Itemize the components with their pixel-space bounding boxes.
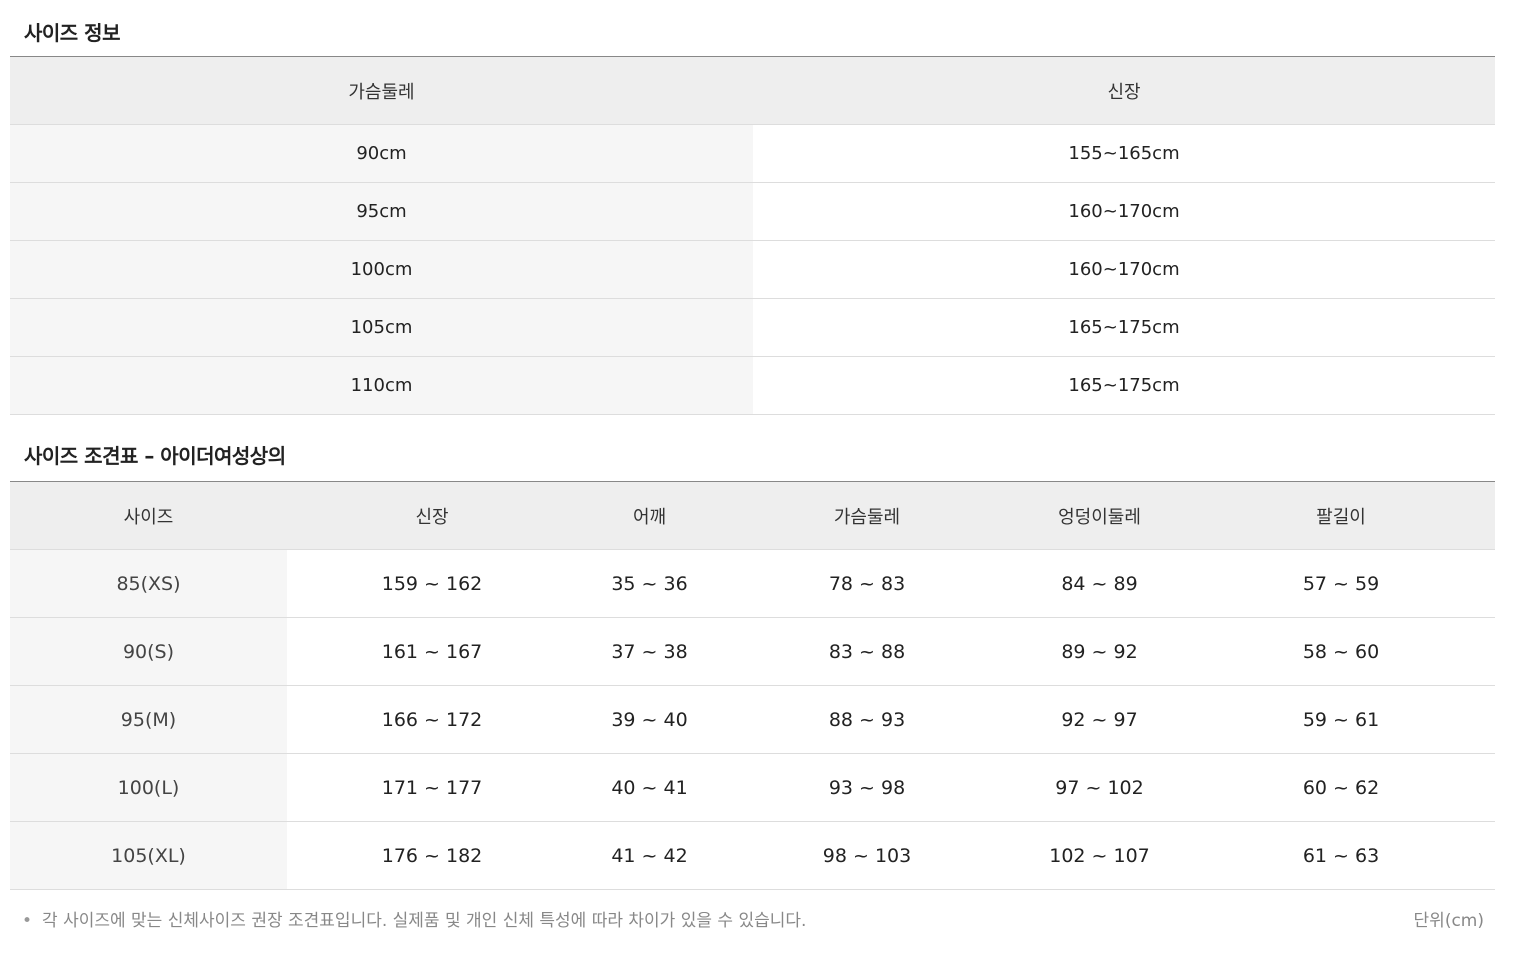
header-size: 사이즈 — [10, 481, 287, 550]
cell-chest: 100cm — [10, 240, 753, 299]
bullet-icon: • — [22, 911, 33, 931]
cell-chest: 83 ~ 88 — [722, 617, 1012, 686]
table-row: 100cm 160~170cm — [10, 240, 1495, 299]
size-guide: 사이즈 정보 가슴둘레 신장 90cm 155~165cm 95cm 160~1… — [10, 0, 1495, 890]
cell-shoulder: 41 ~ 42 — [577, 821, 722, 890]
cell-sleeve: 60 ~ 62 — [1187, 753, 1495, 822]
table-row: 95cm 160~170cm — [10, 182, 1495, 241]
cell-sleeve: 59 ~ 61 — [1187, 685, 1495, 754]
cell-height: 165~175cm — [753, 298, 1495, 357]
header-chest: 가슴둘레 — [10, 56, 753, 125]
cell-height: 160~170cm — [753, 182, 1495, 241]
cell-sleeve: 58 ~ 60 — [1187, 617, 1495, 686]
header-sleeve: 팔길이 — [1187, 481, 1495, 550]
cell-chest: 98 ~ 103 — [722, 821, 1012, 890]
cell-sleeve: 57 ~ 59 — [1187, 549, 1495, 618]
cell-shoulder: 39 ~ 40 — [577, 685, 722, 754]
cell-height: 176 ~ 182 — [287, 821, 577, 890]
table-row: 100(L) 171 ~ 177 40 ~ 41 93 ~ 98 97 ~ 10… — [10, 753, 1495, 822]
cell-height: 165~175cm — [753, 356, 1495, 415]
footnote: • 각 사이즈에 맞는 신체사이즈 권장 조견표입니다. 실제품 및 개인 신체 … — [22, 906, 806, 931]
cell-size: 90(S) — [10, 617, 287, 686]
header-chest: 가슴둘레 — [722, 481, 1012, 550]
cell-size: 105(XL) — [10, 821, 287, 890]
table-row: 95(M) 166 ~ 172 39 ~ 40 88 ~ 93 92 ~ 97 … — [10, 685, 1495, 754]
cell-chest: 90cm — [10, 124, 753, 183]
cell-size: 100(L) — [10, 753, 287, 822]
cell-hip: 97 ~ 102 — [1012, 753, 1187, 822]
table-row: 110cm 165~175cm — [10, 356, 1495, 415]
table-header-row: 가슴둘레 신장 — [10, 56, 1495, 125]
cell-shoulder: 35 ~ 36 — [577, 549, 722, 618]
header-hip: 엉덩이둘레 — [1012, 481, 1187, 550]
cell-height: 171 ~ 177 — [287, 753, 577, 822]
footnote-text: 각 사이즈에 맞는 신체사이즈 권장 조견표입니다. 실제품 및 개인 신체 특… — [42, 911, 807, 931]
header-height: 신장 — [287, 481, 577, 550]
cell-chest: 93 ~ 98 — [722, 753, 1012, 822]
cell-hip: 84 ~ 89 — [1012, 549, 1187, 618]
header-height: 신장 — [753, 56, 1495, 125]
cell-hip: 92 ~ 97 — [1012, 685, 1187, 754]
table-row: 90(S) 161 ~ 167 37 ~ 38 83 ~ 88 89 ~ 92 … — [10, 617, 1495, 686]
cell-chest: 95cm — [10, 182, 753, 241]
cell-height: 166 ~ 172 — [287, 685, 577, 754]
size-chart-footer: • 각 사이즈에 맞는 신체사이즈 권장 조견표입니다. 실제품 및 개인 신체 … — [10, 898, 1484, 938]
size-chart-title: 사이즈 조견표 – 아이더여성상의 — [24, 444, 286, 468]
table-row: 85(XS) 159 ~ 162 35 ~ 36 78 ~ 83 84 ~ 89… — [10, 549, 1495, 618]
cell-shoulder: 37 ~ 38 — [577, 617, 722, 686]
size-info-title: 사이즈 정보 — [24, 21, 120, 45]
cell-chest: 105cm — [10, 298, 753, 357]
cell-height: 159 ~ 162 — [287, 549, 577, 618]
cell-chest: 88 ~ 93 — [722, 685, 1012, 754]
cell-height: 160~170cm — [753, 240, 1495, 299]
table-row: 90cm 155~165cm — [10, 124, 1495, 183]
size-chart-table: 사이즈 신장 어깨 가슴둘레 엉덩이둘레 팔길이 85(XS) 159 ~ 16… — [10, 481, 1495, 890]
cell-sleeve: 61 ~ 63 — [1187, 821, 1495, 890]
cell-hip: 89 ~ 92 — [1012, 617, 1187, 686]
cell-size: 95(M) — [10, 685, 287, 754]
cell-hip: 102 ~ 107 — [1012, 821, 1187, 890]
table-row: 105cm 165~175cm — [10, 298, 1495, 357]
cell-chest: 110cm — [10, 356, 753, 415]
table-row: 105(XL) 176 ~ 182 41 ~ 42 98 ~ 103 102 ~… — [10, 821, 1495, 890]
cell-chest: 78 ~ 83 — [722, 549, 1012, 618]
cell-size: 85(XS) — [10, 549, 287, 618]
cell-height: 161 ~ 167 — [287, 617, 577, 686]
size-info-table: 가슴둘레 신장 90cm 155~165cm 95cm 160~170cm 10… — [10, 56, 1495, 415]
cell-height: 155~165cm — [753, 124, 1495, 183]
table-header-row: 사이즈 신장 어깨 가슴둘레 엉덩이둘레 팔길이 — [10, 481, 1495, 550]
cell-shoulder: 40 ~ 41 — [577, 753, 722, 822]
unit-label: 단위(cm) — [1413, 911, 1484, 931]
header-shoulder: 어깨 — [577, 481, 722, 550]
